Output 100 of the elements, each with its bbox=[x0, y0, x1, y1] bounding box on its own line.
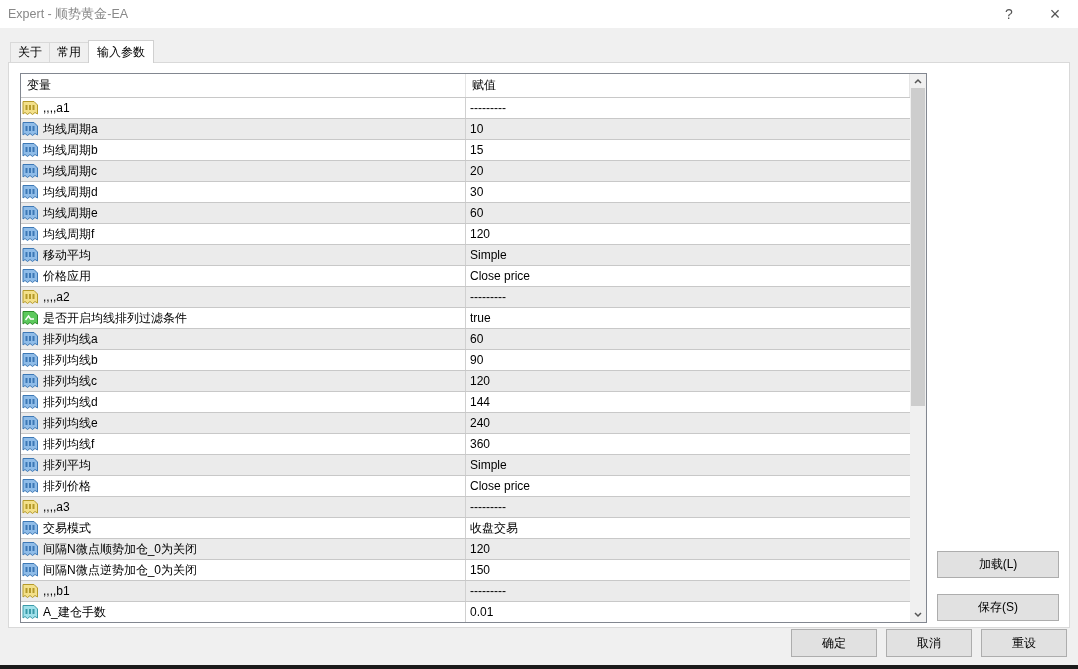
parameter-name: ,,,,a2 bbox=[43, 290, 70, 304]
text-type-icon bbox=[22, 289, 39, 305]
parameter-name: 排列均线c bbox=[43, 372, 97, 390]
parameter-row[interactable]: 间隔N微点逆势加仓_0为关闭 150 bbox=[21, 559, 910, 580]
side-button[interactable]: 加载(L) bbox=[937, 551, 1059, 578]
parameter-row[interactable]: 均线周期c 20 bbox=[21, 160, 910, 181]
parameter-name: 均线周期b bbox=[43, 141, 98, 159]
integer-type-icon bbox=[22, 541, 39, 557]
parameter-name: 是否开启均线排列过滤条件 bbox=[43, 309, 187, 327]
text-type-icon bbox=[22, 583, 39, 599]
integer-type-icon bbox=[22, 226, 39, 242]
integer-type-icon bbox=[22, 415, 39, 431]
parameter-name: 排列均线e bbox=[43, 414, 98, 432]
parameter-name: ,,,,a3 bbox=[43, 500, 70, 514]
integer-type-icon bbox=[22, 436, 39, 452]
integer-type-icon bbox=[22, 352, 39, 368]
parameter-name: 间隔N微点顺势加仓_0为关闭 bbox=[43, 540, 197, 558]
parameter-row[interactable]: 间隔N微点顺势加仓_0为关闭 120 bbox=[21, 538, 910, 559]
parameter-name: 均线周期c bbox=[43, 162, 97, 180]
parameter-value: --------- bbox=[470, 290, 506, 304]
integer-type-icon bbox=[22, 205, 39, 221]
parameter-row[interactable]: 排列均线c 120 bbox=[21, 370, 910, 391]
parameter-value: 144 bbox=[470, 395, 491, 409]
side-button[interactable]: 保存(S) bbox=[937, 594, 1059, 621]
parameter-row[interactable]: ,,,,a2 --------- bbox=[21, 286, 910, 307]
parameter-value: 20 bbox=[470, 164, 484, 178]
parameter-value: 120 bbox=[470, 542, 491, 556]
parameter-value: 150 bbox=[470, 563, 491, 577]
parameter-row[interactable]: ,,,,a1 --------- bbox=[21, 97, 910, 118]
close-button[interactable]: × bbox=[1032, 0, 1078, 28]
parameter-row[interactable]: 移动平均 Simple bbox=[21, 244, 910, 265]
parameter-value: 120 bbox=[470, 227, 491, 241]
parameter-value: --------- bbox=[470, 500, 506, 514]
parameter-row[interactable]: 排列平均 Simple bbox=[21, 454, 910, 475]
parameter-row[interactable]: 交易模式 收盘交易 bbox=[21, 517, 910, 538]
parameter-row[interactable]: 价格应用 Close price bbox=[21, 265, 910, 286]
parameter-value: 10 bbox=[470, 122, 484, 136]
integer-type-icon bbox=[22, 247, 39, 263]
parameter-value: 0.01 bbox=[470, 605, 494, 619]
parameter-name: 排列均线d bbox=[43, 393, 98, 411]
decimal-type-icon bbox=[22, 604, 39, 620]
parameter-name: 排列均线f bbox=[43, 435, 95, 453]
parameter-value: Simple bbox=[470, 248, 507, 262]
integer-type-icon bbox=[22, 268, 39, 284]
parameter-name: 排列平均 bbox=[43, 456, 91, 474]
integer-type-icon bbox=[22, 520, 39, 536]
parameter-value: --------- bbox=[470, 584, 506, 598]
parameter-row[interactable]: ,,,,b1 --------- bbox=[21, 580, 910, 601]
parameter-row[interactable]: 均线周期e 60 bbox=[21, 202, 910, 223]
scrollbar-thumb[interactable] bbox=[911, 88, 925, 406]
scrollbar[interactable] bbox=[910, 74, 926, 622]
parameter-row[interactable]: 排列均线a 60 bbox=[21, 328, 910, 349]
integer-type-icon bbox=[22, 331, 39, 347]
parameter-row[interactable]: 排列均线e 240 bbox=[21, 412, 910, 433]
parameter-name: 间隔N微点逆势加仓_0为关闭 bbox=[43, 561, 197, 579]
parameter-row[interactable]: A_建仓手数 0.01 bbox=[21, 601, 910, 622]
integer-type-icon bbox=[22, 562, 39, 578]
parameter-name: 移动平均 bbox=[43, 246, 91, 264]
help-button[interactable]: ? bbox=[986, 0, 1032, 28]
integer-type-icon bbox=[22, 457, 39, 473]
parameter-row[interactable]: 排列均线f 360 bbox=[21, 433, 910, 454]
parameter-name: 均线周期f bbox=[43, 225, 95, 243]
parameter-value: 15 bbox=[470, 143, 484, 157]
parameter-value: Close price bbox=[470, 479, 531, 493]
parameter-value: 60 bbox=[470, 332, 484, 346]
parameter-name: A_建仓手数 bbox=[43, 603, 106, 621]
parameter-name: 排列均线a bbox=[43, 330, 98, 348]
tab[interactable]: 关于 bbox=[10, 42, 50, 62]
parameter-row[interactable]: 均线周期a 10 bbox=[21, 118, 910, 139]
parameter-value: 120 bbox=[470, 374, 491, 388]
text-type-icon bbox=[22, 499, 39, 515]
text-type-icon bbox=[22, 100, 39, 116]
integer-type-icon bbox=[22, 142, 39, 158]
parameter-row[interactable]: 是否开启均线排列过滤条件 true bbox=[21, 307, 910, 328]
parameter-row[interactable]: 均线周期d 30 bbox=[21, 181, 910, 202]
parameter-value: 60 bbox=[470, 206, 484, 220]
dialog-button[interactable]: 重设 bbox=[981, 629, 1067, 657]
window-title: Expert - 顺势黄金-EA bbox=[7, 5, 129, 23]
parameter-row[interactable]: 排列均线d 144 bbox=[21, 391, 910, 412]
parameter-name: 均线周期a bbox=[43, 120, 98, 138]
integer-type-icon bbox=[22, 184, 39, 200]
parameter-name: ,,,,a1 bbox=[43, 101, 70, 115]
dialog-button[interactable]: 取消 bbox=[886, 629, 972, 657]
tab[interactable]: 输入参数 bbox=[88, 40, 154, 63]
dialog-button[interactable]: 确定 bbox=[791, 629, 877, 657]
parameter-value: true bbox=[470, 311, 491, 325]
integer-type-icon bbox=[22, 121, 39, 137]
parameter-row[interactable]: 排列均线b 90 bbox=[21, 349, 910, 370]
integer-type-icon bbox=[22, 373, 39, 389]
parameter-row[interactable]: 均线周期b 15 bbox=[21, 139, 910, 160]
parameter-row[interactable]: ,,,,a3 --------- bbox=[21, 496, 910, 517]
parameter-row[interactable]: 排列价格 Close price bbox=[21, 475, 910, 496]
parameter-value: --------- bbox=[470, 101, 506, 115]
parameter-row[interactable]: 均线周期f 120 bbox=[21, 223, 910, 244]
parameter-value: 收盘交易 bbox=[470, 519, 518, 537]
parameter-name: 价格应用 bbox=[43, 267, 91, 285]
parameter-name: 交易模式 bbox=[43, 519, 91, 537]
parameter-name: 排列价格 bbox=[43, 477, 91, 495]
parameter-value: 240 bbox=[470, 416, 491, 430]
integer-type-icon bbox=[22, 394, 39, 410]
